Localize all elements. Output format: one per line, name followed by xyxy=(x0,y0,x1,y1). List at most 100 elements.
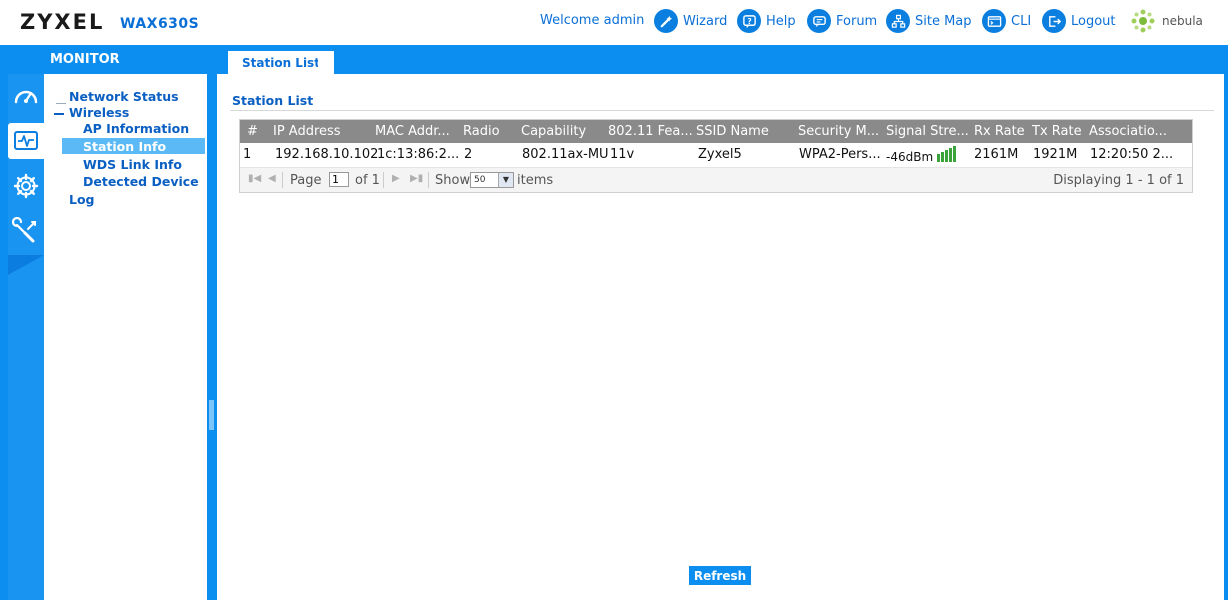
cell-association: 12:20:50 2... xyxy=(1090,147,1174,162)
logout-link[interactable]: Logout xyxy=(1042,8,1116,34)
help-link[interactable]: ? Help xyxy=(737,8,796,34)
displaying-count: Displaying 1 - 1 of 1 xyxy=(1053,173,1184,188)
page-size-value: 50 xyxy=(474,175,486,185)
sitemap-icon xyxy=(886,9,910,33)
nav-station-info[interactable]: Station Info xyxy=(83,139,166,154)
nebula-icon xyxy=(1131,9,1155,33)
cell-ssid-name: Zyxel5 xyxy=(698,147,742,162)
col-features[interactable]: 802.11 Fea... xyxy=(608,124,693,139)
col-signal[interactable]: Signal Stre... xyxy=(886,124,969,139)
icon-rail-edge xyxy=(0,74,8,600)
splitter-grip[interactable] xyxy=(209,400,214,430)
sitemap-label: Site Map xyxy=(915,13,972,29)
signal-bars-icon xyxy=(937,146,957,162)
right-edge xyxy=(1224,45,1228,600)
forum-label: Forum xyxy=(836,13,878,29)
help-icon: ? xyxy=(737,9,761,33)
table-row[interactable]: 1 192.168.10.102 1c:13:86:2... 2 802.11a… xyxy=(240,143,1192,168)
col-ssid-name[interactable]: SSID Name xyxy=(696,124,769,139)
help-label: Help xyxy=(766,13,796,29)
wizard-label: Wizard xyxy=(683,13,728,29)
pagination-bar: ▮◀ ◀ Page of 1 ▶ ▶▮ Show 50 ▼ items Disp… xyxy=(240,168,1192,192)
prev-page-icon[interactable]: ◀ xyxy=(268,173,276,184)
dashboard-button[interactable] xyxy=(8,79,44,115)
col-security[interactable]: Security M... xyxy=(798,124,879,139)
signal-bar xyxy=(941,152,945,162)
cell-tx-rate: 1921M xyxy=(1033,147,1078,162)
col-association[interactable]: Associatio... xyxy=(1089,124,1167,139)
signal-bar xyxy=(945,150,949,162)
cell-security: WPA2-Pers... xyxy=(799,147,881,162)
page-number-input[interactable] xyxy=(329,172,349,187)
col-mac-address[interactable]: MAC Addr... xyxy=(375,124,450,139)
nav-log[interactable]: Log xyxy=(69,192,95,207)
col-tx-rate[interactable]: Tx Rate xyxy=(1032,124,1082,139)
signal-bar xyxy=(937,154,941,162)
cell-rx-rate: 2161M xyxy=(974,147,1019,162)
pager-separator xyxy=(383,172,384,188)
cell-index: 1 xyxy=(243,147,252,162)
monitor-button[interactable] xyxy=(8,123,44,159)
forum-link[interactable]: Forum xyxy=(807,8,877,34)
device-model: WAX630S xyxy=(120,16,200,32)
nebula-link[interactable]: nebula xyxy=(1128,8,1203,34)
nav-ap-information[interactable]: AP Information xyxy=(83,121,189,136)
panel-splitter[interactable] xyxy=(207,74,217,600)
next-page-icon[interactable]: ▶ xyxy=(392,173,400,184)
col-index[interactable]: # xyxy=(247,124,258,139)
app-header: ZYXEL WAX630S Welcome admin Wizard ? Hel… xyxy=(0,0,1228,45)
maintenance-icon xyxy=(12,217,36,243)
nebula-label: nebula xyxy=(1162,14,1203,28)
col-capability[interactable]: Capability xyxy=(521,124,586,139)
nav-wireless[interactable]: Wireless xyxy=(69,105,129,120)
page-count: of 1 xyxy=(355,173,380,188)
configuration-button[interactable] xyxy=(8,168,44,204)
items-label: items xyxy=(517,173,554,188)
col-radio[interactable]: Radio xyxy=(463,124,500,139)
sitemap-link[interactable]: Site Map xyxy=(886,8,972,34)
cli-icon xyxy=(982,9,1006,33)
logout-icon xyxy=(1042,9,1066,33)
cell-radio: 2 xyxy=(464,147,473,162)
nav-network-status[interactable]: Network Status xyxy=(69,89,179,104)
cli-label: CLI xyxy=(1011,13,1032,29)
signal-value: -46dBm xyxy=(886,150,934,164)
show-label: Show xyxy=(435,173,471,188)
cell-ip-address: 192.168.10.102 xyxy=(275,147,379,162)
pager-separator xyxy=(282,172,283,188)
wizard-link[interactable]: Wizard xyxy=(654,8,727,34)
last-page-icon[interactable]: ▶▮ xyxy=(410,173,423,184)
col-rx-rate[interactable]: Rx Rate xyxy=(974,124,1025,139)
cell-signal: -46dBm xyxy=(886,146,957,164)
page-label: Page xyxy=(290,173,322,188)
cell-mac-address: 1c:13:86:2... xyxy=(377,147,460,162)
pager-separator xyxy=(428,172,429,188)
dashboard-icon xyxy=(14,90,38,104)
col-ip-address[interactable]: IP Address xyxy=(273,124,341,139)
page-size-select[interactable]: 50 ▼ xyxy=(470,172,514,188)
collapse-dash-icon[interactable] xyxy=(54,113,64,115)
configuration-icon xyxy=(13,173,39,199)
tab-corner xyxy=(318,51,328,74)
wand-icon xyxy=(654,9,678,33)
signal-bar xyxy=(949,148,953,162)
first-page-icon[interactable]: ▮◀ xyxy=(248,173,261,184)
section-title: Station List xyxy=(232,93,314,108)
logout-label: Logout xyxy=(1071,13,1116,29)
cell-features: 11v xyxy=(610,147,635,162)
top-band xyxy=(0,45,1224,74)
nav-wds-link-info[interactable]: WDS Link Info xyxy=(83,157,182,172)
cell-capability: 802.11ax-MU xyxy=(522,147,609,162)
brand-logo: ZYXEL xyxy=(20,10,105,34)
section-divider xyxy=(230,110,1214,111)
rail-decoration xyxy=(8,255,44,275)
nav-detected-device[interactable]: Detected Device xyxy=(83,174,199,189)
sidebar-title: MONITOR xyxy=(50,52,120,67)
refresh-button[interactable]: Refresh xyxy=(689,566,751,585)
welcome-text: Welcome admin xyxy=(540,13,645,28)
signal-bar xyxy=(953,146,957,162)
maintenance-button[interactable] xyxy=(8,213,44,249)
cli-link[interactable]: CLI xyxy=(982,8,1031,34)
tree-connector xyxy=(56,103,66,104)
chevron-down-icon: ▼ xyxy=(498,173,513,187)
